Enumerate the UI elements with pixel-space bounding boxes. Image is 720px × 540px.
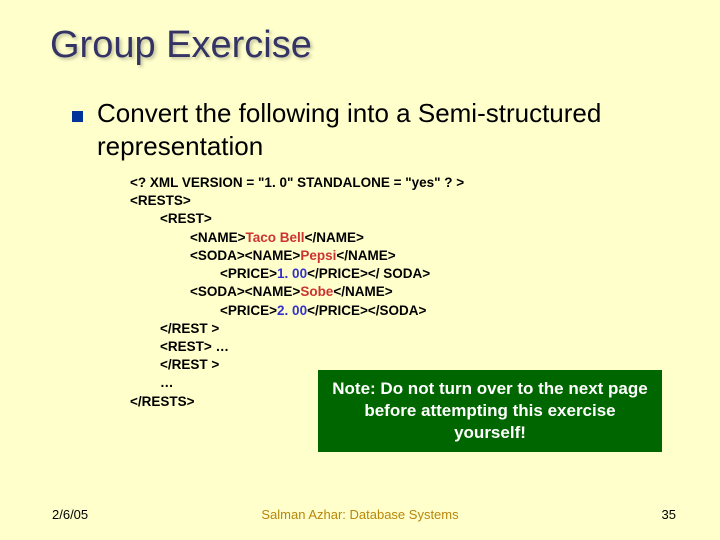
code-line: <RESTS> xyxy=(130,193,191,208)
code-tag: </NAME> xyxy=(333,284,392,299)
code-tag: </NAME> xyxy=(336,248,395,263)
code-line: </REST > xyxy=(130,321,219,336)
note-text: Note: Do not turn over to the next page … xyxy=(328,378,652,444)
code-line: </REST > xyxy=(130,357,219,372)
code-value: 1. 00 xyxy=(277,266,307,281)
code-value: Sobe xyxy=(300,284,333,299)
body-text: Convert the following into a Semi-struct… xyxy=(97,97,670,162)
code-line: <REST> xyxy=(130,211,212,226)
code-line: <REST> … xyxy=(130,339,229,354)
code-tag: </PRICE></ SODA> xyxy=(307,266,430,281)
note-callout: Note: Do not turn over to the next page … xyxy=(318,370,662,452)
slide: Group Exercise Convert the following int… xyxy=(0,0,720,540)
code-tag: <PRICE> xyxy=(130,266,277,281)
code-line: … xyxy=(130,375,174,390)
code-tag: <SODA><NAME> xyxy=(130,248,300,263)
footer-author: Salman Azhar: Database Systems xyxy=(0,507,720,522)
slide-title: Group Exercise xyxy=(50,24,670,67)
code-line: <? XML VERSION = "1. 0" STANDALONE = "ye… xyxy=(130,175,464,190)
code-tag: <NAME> xyxy=(130,230,246,245)
code-line: </RESTS> xyxy=(130,394,195,409)
code-value: 2. 00 xyxy=(277,303,307,318)
square-bullet-icon xyxy=(72,111,83,122)
code-tag: <PRICE> xyxy=(130,303,277,318)
code-tag: <SODA><NAME> xyxy=(130,284,300,299)
code-value: Pepsi xyxy=(300,248,336,263)
bullet-row: Convert the following into a Semi-struct… xyxy=(72,97,670,162)
code-tag: </PRICE></SODA> xyxy=(307,303,426,318)
code-value: Taco Bell xyxy=(246,230,305,245)
slide-footer: 2/6/05 Salman Azhar: Database Systems 35 xyxy=(0,507,720,522)
code-tag: </NAME> xyxy=(305,230,364,245)
